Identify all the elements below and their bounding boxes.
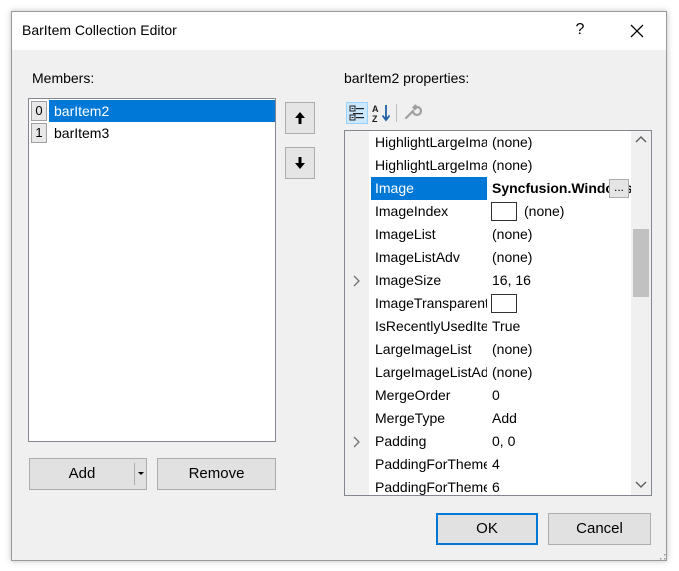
property-name: HighlightLargeImage (375, 134, 487, 150)
property-row[interactable]: HighlightLargeImage (none) (345, 131, 631, 154)
property-row[interactable]: LargeImageListAdv (none) (345, 361, 631, 384)
property-value[interactable]: Add (489, 407, 631, 430)
window-title: BarItem Collection Editor (22, 22, 177, 38)
member-index: 1 (31, 123, 47, 143)
property-value[interactable]: True (489, 315, 631, 338)
property-name: IsRecentlyUsedItem (375, 318, 487, 334)
property-name: ImageSize (375, 272, 442, 288)
close-button[interactable] (622, 17, 652, 45)
property-row[interactable]: HighlightLargeImageList (none) (345, 154, 631, 177)
categorized-icon (349, 105, 364, 121)
property-row[interactable]: ImageListAdv (none) (345, 246, 631, 269)
dropdown-arrow-icon (138, 472, 144, 475)
property-row[interactable]: IsRecentlyUsedItem True (345, 315, 631, 338)
scroll-down-icon[interactable] (635, 479, 647, 489)
svg-text:Z: Z (372, 114, 378, 124)
image-preview-swatch (491, 202, 517, 221)
property-name: Padding (375, 433, 427, 449)
property-name: MergeType (375, 410, 446, 426)
property-name: ImageList (375, 226, 436, 242)
property-name: MergeOrder (375, 387, 451, 403)
scroll-up-icon[interactable] (635, 135, 647, 145)
vertical-scrollbar[interactable] (631, 131, 651, 495)
property-name: ImageIndex (375, 203, 449, 219)
property-name: LargeImageListAdv (375, 364, 487, 380)
member-name: barItem2 (49, 100, 275, 122)
add-dropdown-button[interactable] (138, 459, 146, 489)
property-value[interactable]: (none) (489, 131, 631, 154)
property-value[interactable]: 6 (489, 476, 631, 495)
title-bar: BarItem Collection Editor ? (12, 12, 666, 50)
list-item[interactable]: 0 barItem2 (30, 100, 275, 122)
property-row[interactable]: MergeType Add (345, 407, 631, 430)
property-row-selected[interactable]: Image Syncfusion.Windows.Forms.Tools ... (345, 177, 631, 200)
property-grid-toolbar: A Z (346, 102, 436, 126)
property-value[interactable]: 0, 0 (489, 430, 631, 453)
members-list[interactable]: 0 barItem2 1 barItem3 (28, 98, 276, 442)
property-name: Image (371, 177, 487, 200)
properties-label: barItem2 properties: (344, 70, 470, 86)
property-row[interactable]: PaddingForThemes 4 (345, 453, 631, 476)
property-value[interactable]: (none) (489, 361, 631, 384)
property-grid[interactable]: HighlightLargeImage (none) HighlightLarg… (344, 130, 652, 496)
property-name: HighlightLargeImageList (375, 157, 487, 173)
property-name: LargeImageList (375, 341, 472, 357)
cancel-button[interactable]: Cancel (548, 513, 651, 545)
property-value[interactable]: (none) (521, 200, 631, 223)
add-button-divider (134, 463, 135, 485)
property-row[interactable]: ImageSize 16, 16 (345, 269, 631, 292)
categorized-view-button[interactable] (346, 102, 368, 124)
sort-alphabetical-icon: A Z (372, 104, 391, 124)
add-button-label: Add (68, 465, 96, 482)
move-down-button[interactable] (285, 147, 315, 179)
expand-chevron-icon[interactable] (351, 436, 363, 448)
property-value[interactable]: (none) (489, 223, 631, 246)
property-row[interactable]: ImageTransparentColor (345, 292, 631, 315)
remove-button[interactable]: Remove (157, 458, 276, 490)
wrench-icon (404, 104, 423, 120)
property-row[interactable]: PaddingForThemes 6 (345, 476, 631, 495)
property-name: PaddingForThemes (375, 479, 487, 495)
close-icon (630, 24, 644, 38)
property-value[interactable]: 0 (489, 384, 631, 407)
alphabetical-view-button[interactable]: A Z (371, 102, 393, 124)
member-name: barItem3 (54, 125, 110, 141)
property-value[interactable]: (none) (489, 246, 631, 269)
move-up-button[interactable] (285, 102, 315, 134)
property-pages-button[interactable] (402, 102, 424, 124)
add-button[interactable]: Add (29, 458, 147, 490)
property-row[interactable]: ImageList (none) (345, 223, 631, 246)
arrow-down-icon (295, 157, 305, 169)
property-value[interactable]: 4 (489, 453, 631, 476)
expand-chevron-icon[interactable] (351, 275, 363, 287)
ellipsis-button[interactable]: ... (609, 179, 629, 198)
property-name: ImageTransparentColor (375, 295, 487, 311)
svg-text:A: A (372, 104, 379, 114)
property-value[interactable]: (none) (489, 338, 631, 361)
property-value[interactable] (521, 292, 631, 315)
members-label: Members: (32, 70, 95, 86)
toolbar-separator (396, 104, 397, 122)
list-item[interactable]: 1 barItem3 (30, 122, 274, 144)
property-row[interactable]: MergeOrder 0 (345, 384, 631, 407)
member-index: 0 (31, 101, 47, 121)
property-name: PaddingForThemes (375, 456, 487, 472)
property-value[interactable]: 16, 16 (489, 269, 631, 292)
property-name: ImageListAdv (375, 249, 460, 265)
property-row[interactable]: LargeImageList (none) (345, 338, 631, 361)
color-swatch (491, 294, 517, 313)
collection-editor-dialog: BarItem Collection Editor ? Members: 0 b… (11, 11, 667, 561)
ok-button[interactable]: OK (436, 513, 538, 545)
property-row[interactable]: ImageIndex (none) (345, 200, 631, 223)
arrow-up-icon (295, 112, 305, 124)
scrollbar-thumb[interactable] (633, 229, 649, 297)
property-value[interactable]: (none) (489, 154, 631, 177)
property-row[interactable]: Padding 0, 0 (345, 430, 631, 453)
resize-grip-icon[interactable] (658, 552, 666, 560)
help-button[interactable]: ? (568, 21, 592, 39)
